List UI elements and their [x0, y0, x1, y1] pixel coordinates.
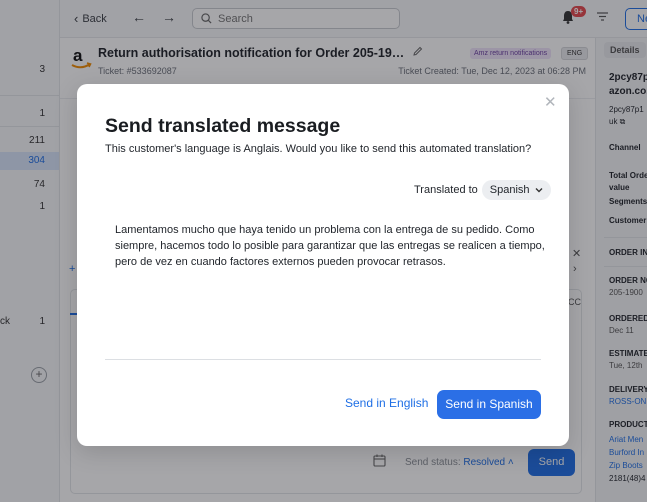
- translated-to-label: Translated to: [414, 184, 478, 196]
- language-value: Spanish: [489, 184, 530, 196]
- send-in-spanish-button[interactable]: Send in Spanish: [437, 390, 541, 419]
- chevron-down-icon: [535, 188, 543, 193]
- translation-modal: ✕ Send translated message This customer'…: [77, 84, 569, 446]
- close-icon[interactable]: ✕: [544, 93, 557, 111]
- send-in-english-button[interactable]: Send in English: [345, 396, 428, 410]
- app-window: 3 1 211 304 74 1 ck 1 + ‹ Back ← → 9+: [0, 0, 647, 502]
- divider: [105, 359, 541, 360]
- language-select[interactable]: Spanish: [481, 180, 551, 200]
- modal-title: Send translated message: [105, 115, 341, 137]
- translation-language-row: Translated to Spanish: [414, 180, 551, 200]
- modal-subtitle: This customer's language is Anglais. Wou…: [105, 143, 532, 155]
- translated-message: Lamentamos mucho que haya tenido un prob…: [115, 224, 545, 268]
